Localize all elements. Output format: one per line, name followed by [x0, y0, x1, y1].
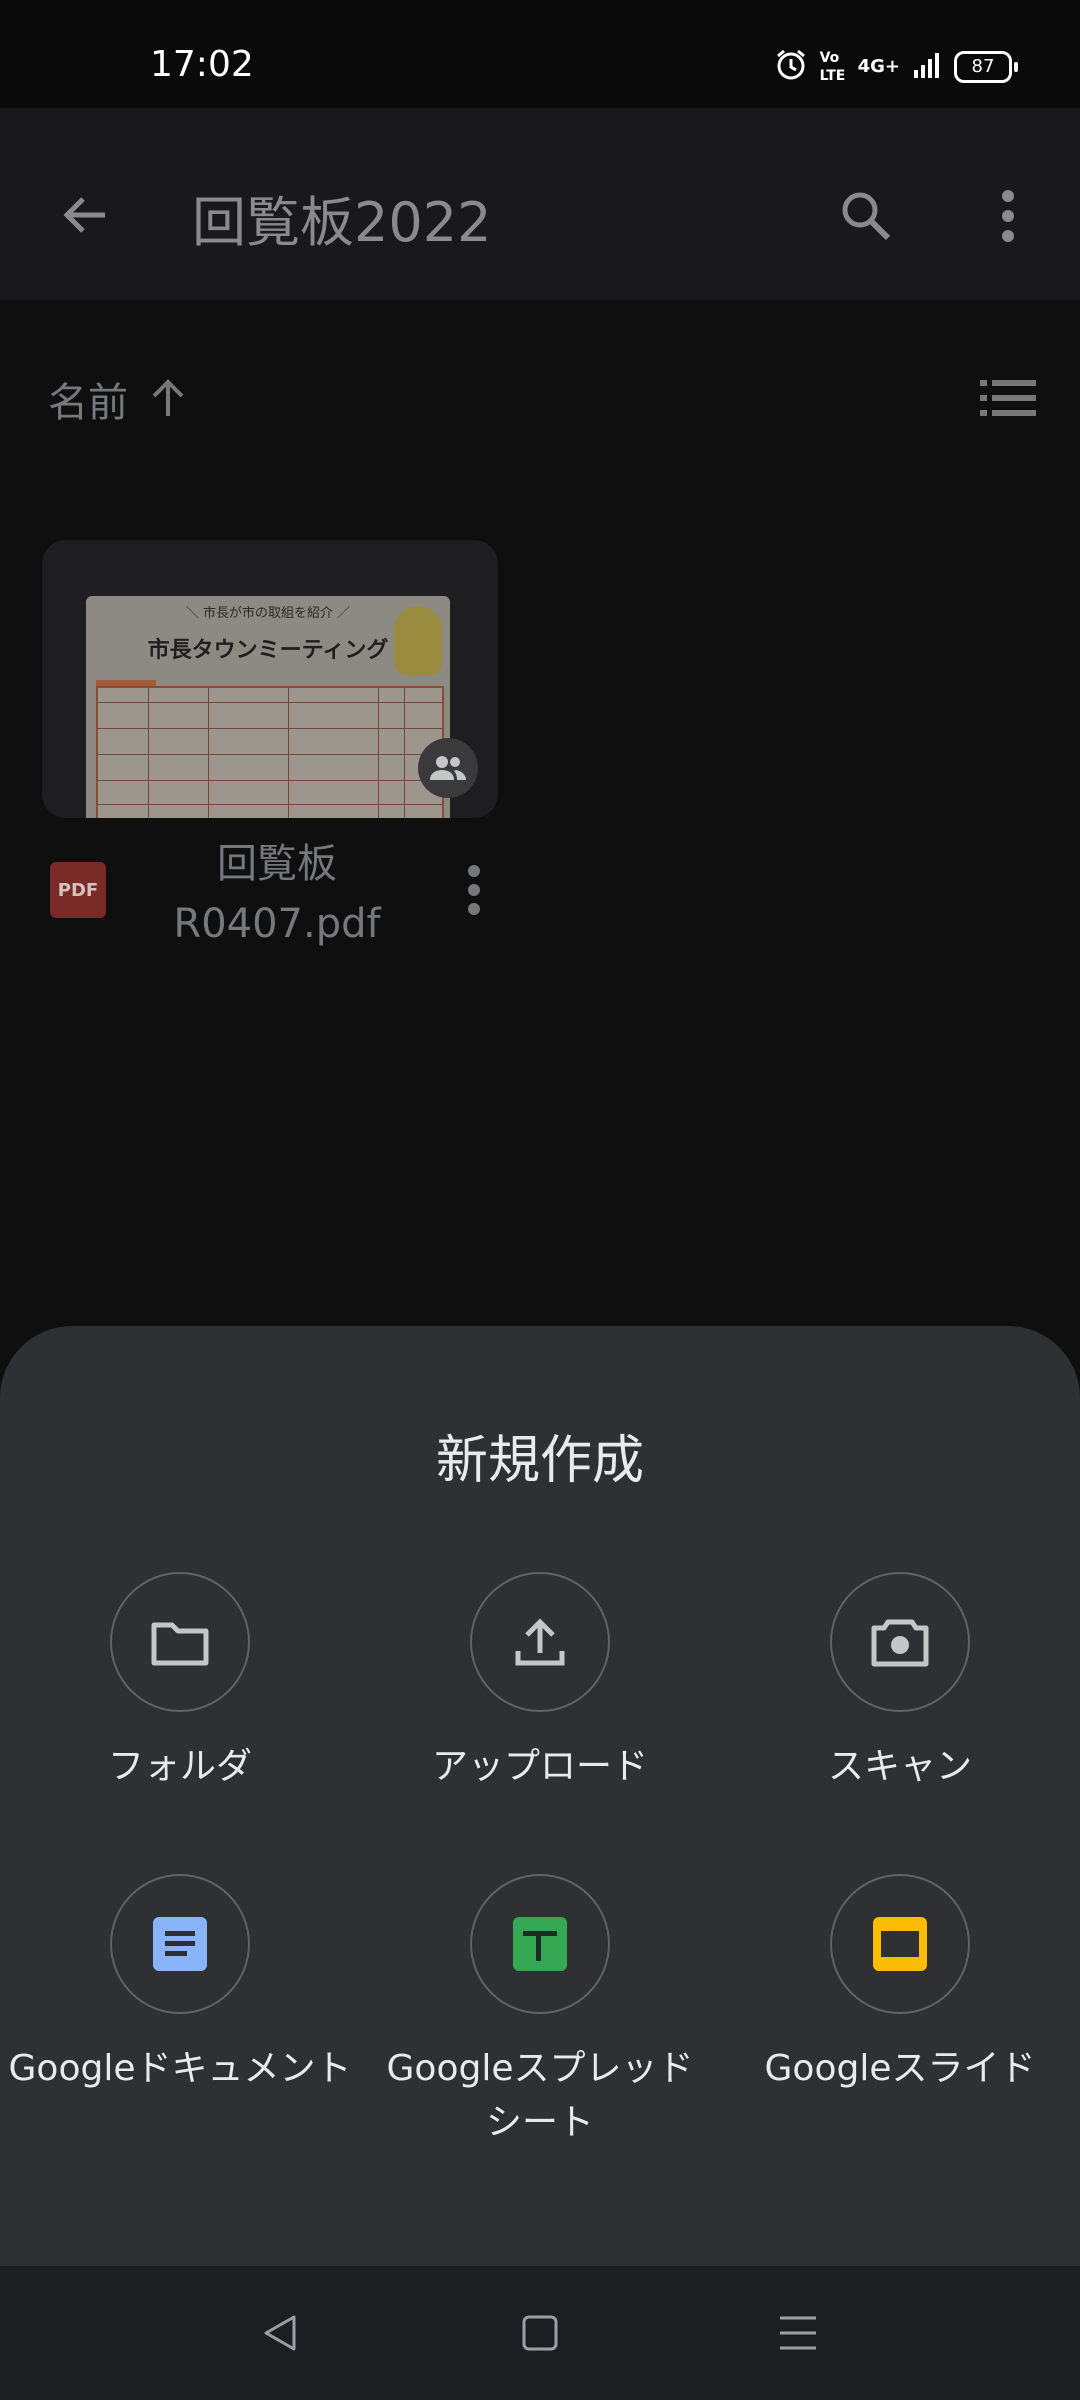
mascot-image — [394, 606, 442, 676]
sheet-title: 新規作成 — [435, 1431, 644, 1491]
folder-title: 回覧板2022 — [192, 191, 492, 254]
shared-badge — [418, 738, 478, 798]
docs-icon — [153, 1917, 207, 1971]
nav-recents-button[interactable] — [758, 2296, 838, 2370]
nav-home-button[interactable] — [500, 2296, 580, 2370]
search-button[interactable] — [826, 176, 906, 256]
google-docs-action[interactable]: Googleドキュメント — [0, 1874, 360, 2096]
new-folder-button[interactable] — [110, 1572, 250, 1712]
google-slides-action[interactable]: Googleスライド — [720, 1874, 1080, 2096]
nav-back-icon — [264, 2315, 296, 2351]
google-sheets-action[interactable]: Googleスプレッドシート — [360, 1874, 720, 2150]
search-icon — [842, 192, 891, 241]
upload-button[interactable] — [470, 1572, 610, 1712]
thumbnail-table — [96, 686, 444, 818]
google-slides-button[interactable] — [830, 1874, 970, 2014]
pdf-type-icon: PDF — [50, 862, 106, 918]
app-bar: 回覧板2022 — [0, 108, 1080, 300]
status-icons: Vo LTE 4G+ 87 — [774, 48, 1018, 86]
google-docs-button[interactable] — [110, 1874, 250, 2014]
arrow-up-icon — [152, 379, 184, 416]
file-more-button[interactable] — [454, 858, 494, 922]
file-thumbnail: ＼ 市長が市の取組を紹介 ／ 市長タウンミーティング — [86, 596, 450, 818]
back-arrow-icon — [63, 197, 105, 233]
folder-icon — [151, 1622, 209, 1666]
google-docs-label: Googleドキュメント — [8, 2048, 352, 2089]
sort-label: 名前 — [48, 380, 128, 426]
status-time: 17:02 — [150, 44, 254, 85]
scan-button[interactable] — [830, 1572, 970, 1712]
upload-label: アップロード — [431, 1746, 648, 1787]
slides-icon — [873, 1917, 927, 1971]
more-options-button[interactable] — [980, 176, 1036, 256]
back-button[interactable] — [50, 180, 120, 250]
people-icon — [430, 756, 466, 780]
alarm-icon — [774, 48, 808, 86]
network-type: 4G+ — [857, 56, 900, 77]
sheets-icon — [513, 1917, 567, 1971]
battery-icon: 87 — [954, 51, 1018, 83]
nav-recents-icon — [780, 2316, 816, 2350]
new-folder-label: フォルダ — [107, 1746, 252, 1787]
new-folder-action[interactable]: フォルダ — [0, 1572, 360, 1794]
nav-home-icon — [522, 2315, 558, 2351]
list-view-icon — [980, 380, 1036, 416]
status-bar: 17:02 Vo LTE 4G+ 87 — [0, 0, 1080, 108]
signal-icon — [912, 50, 942, 84]
file-name[interactable]: 回覧板 R0407.pdf — [150, 834, 404, 954]
upload-action[interactable]: アップロード — [360, 1572, 720, 1794]
sort-button[interactable]: 名前 — [40, 360, 200, 440]
google-sheets-button[interactable] — [470, 1874, 610, 2014]
more-vert-icon — [468, 865, 480, 915]
scan-action[interactable]: スキャン — [720, 1572, 1080, 1794]
upload-icon — [515, 1618, 565, 1666]
system-nav-bar — [0, 2266, 1080, 2400]
scan-label: スキャン — [827, 1746, 972, 1787]
google-sheets-label: Googleスプレッドシート — [386, 2048, 694, 2143]
view-toggle-button[interactable] — [970, 368, 1046, 428]
google-slides-label: Googleスライド — [764, 2048, 1036, 2089]
thumbnail-subheading: ＼ 市長が市の取組を紹介 ／ — [185, 606, 351, 621]
nav-back-button[interactable] — [240, 2296, 320, 2370]
camera-icon — [871, 1619, 929, 1667]
more-vert-icon — [1002, 190, 1014, 242]
volte-icon: Vo LTE — [819, 50, 846, 84]
